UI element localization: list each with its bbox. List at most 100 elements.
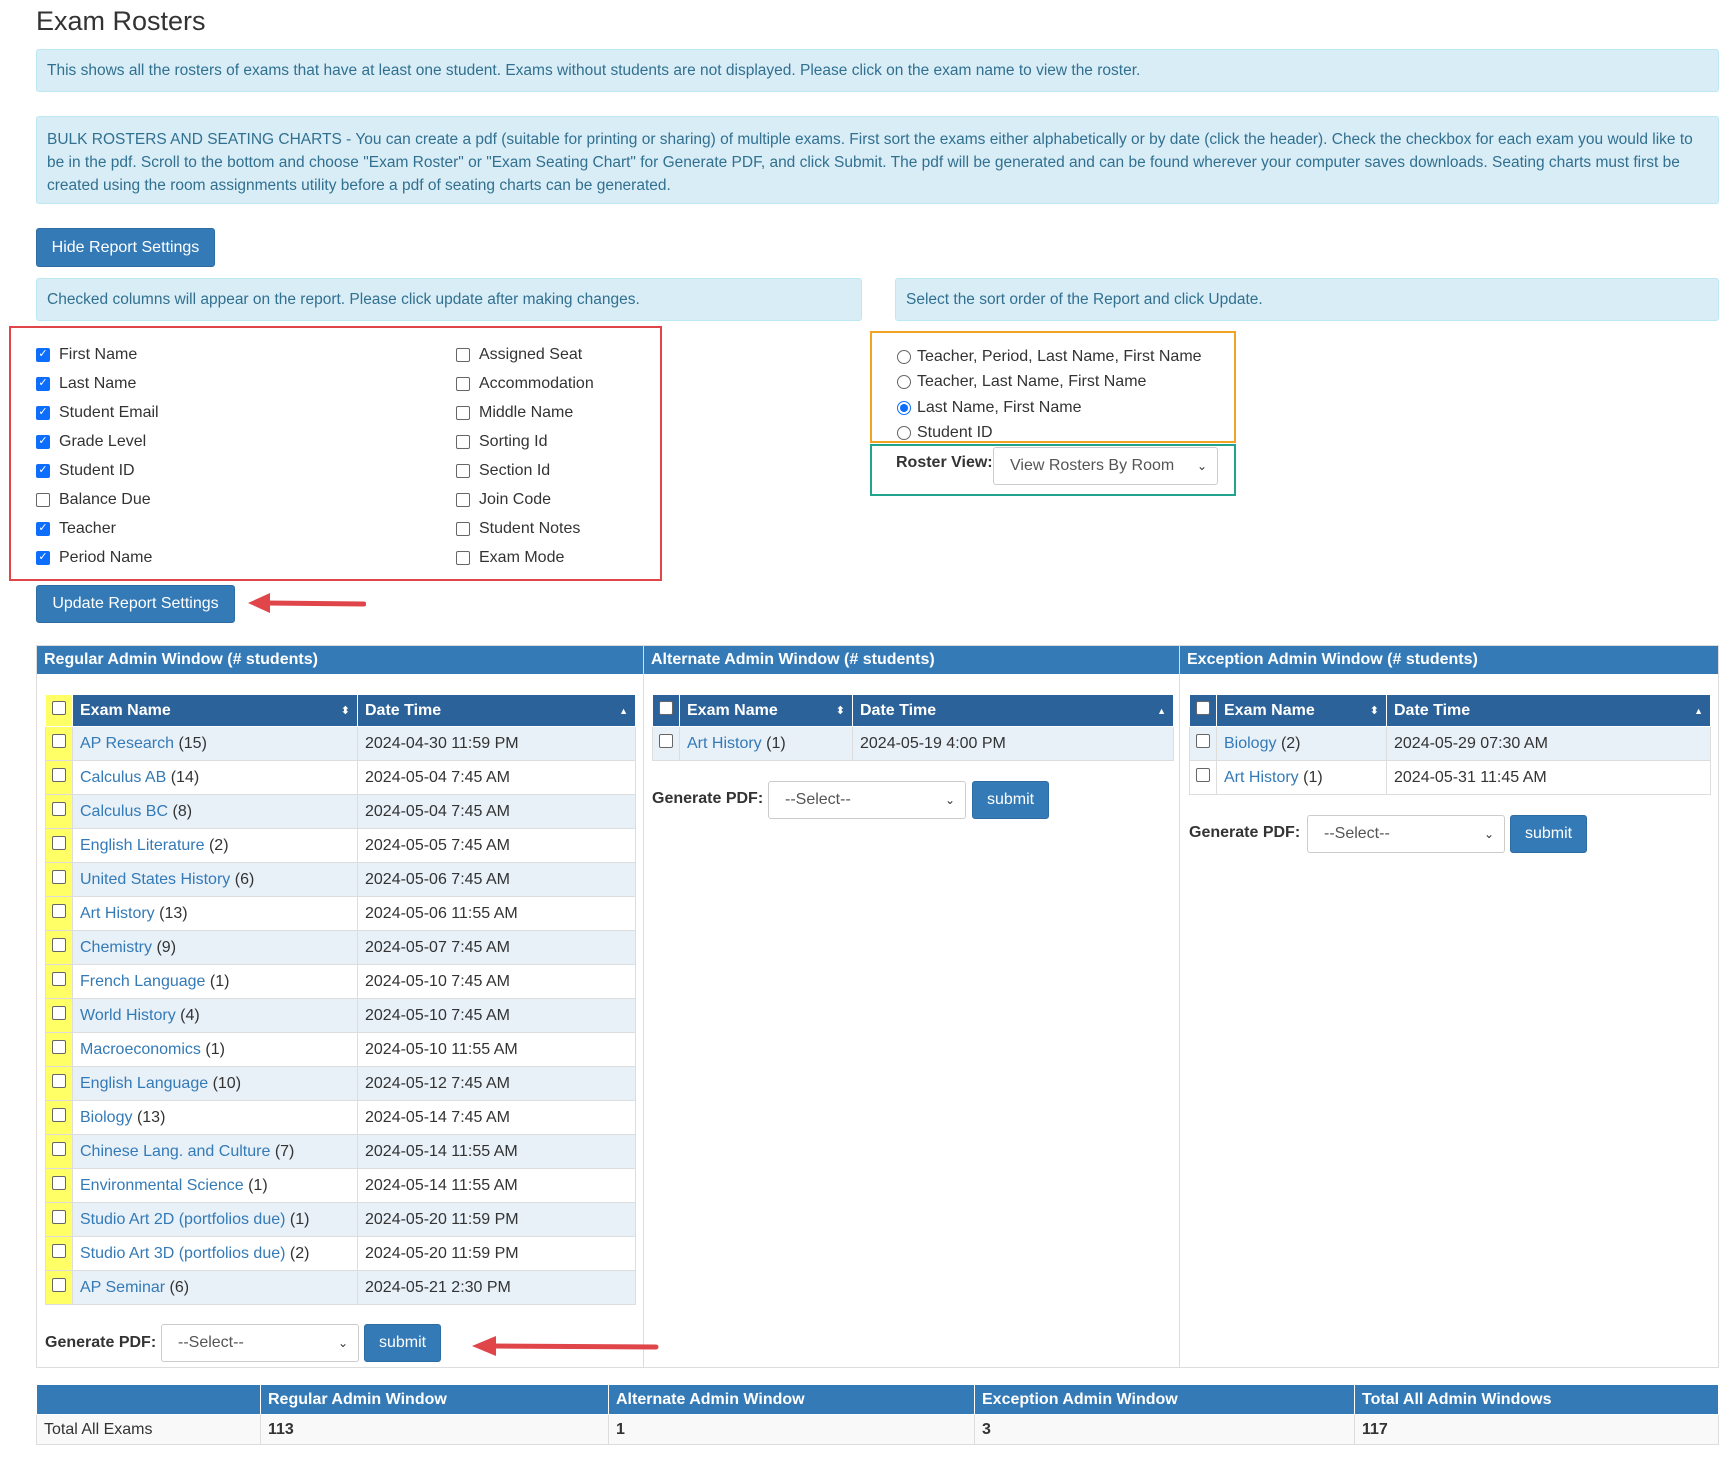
generate-pdf-select-exception[interactable]: --Select-- ⌄ xyxy=(1307,815,1505,853)
date-time-header[interactable]: Date Time ▲ xyxy=(1386,694,1711,727)
date-time-cell: 2024-05-21 2:30 PM xyxy=(357,1270,636,1305)
table-row: English Language (10) 2024-05-12 7:45 AM xyxy=(45,1066,636,1101)
row-checkbox[interactable] xyxy=(52,1006,66,1020)
row-checkbox[interactable] xyxy=(52,1210,66,1224)
hide-report-settings-button[interactable]: Hide Report Settings xyxy=(36,228,215,267)
exam-link[interactable]: Art History xyxy=(687,735,762,752)
exam-name-header[interactable]: Exam Name ⬍ xyxy=(679,694,853,727)
exam-link[interactable]: Art History xyxy=(1224,769,1299,786)
date-time-header[interactable]: Date Time ▲ xyxy=(852,694,1174,727)
generate-pdf-select-regular[interactable]: --Select-- ⌄ xyxy=(161,1324,359,1362)
row-checkbox[interactable] xyxy=(52,734,66,748)
row-checkbox[interactable] xyxy=(52,904,66,918)
row-checkbox[interactable] xyxy=(52,1278,66,1292)
table-row: French Language (1) 2024-05-10 7:45 AM xyxy=(45,964,636,999)
exam-link[interactable]: Calculus BC xyxy=(80,803,168,820)
exam-link[interactable]: Macroeconomics xyxy=(80,1041,201,1058)
student-count: (13) xyxy=(136,1108,166,1126)
exam-link[interactable]: Biology xyxy=(1224,735,1276,752)
row-checkbox[interactable] xyxy=(52,1176,66,1190)
student-count: (6) xyxy=(169,1278,190,1296)
row-checkbox[interactable] xyxy=(52,938,66,952)
row-checkbox[interactable] xyxy=(52,1108,66,1122)
row-checkbox[interactable] xyxy=(52,1040,66,1054)
totals-row-label: Total All Exams xyxy=(36,1414,261,1445)
submit-button-regular[interactable]: submit xyxy=(364,1324,441,1362)
totals-header-row: Regular Admin Window Alternate Admin Win… xyxy=(36,1384,1719,1415)
totals-exception-value: 3 xyxy=(974,1414,1355,1445)
submit-button-alternate[interactable]: submit xyxy=(972,781,1049,819)
exam-link[interactable]: AP Research xyxy=(80,735,174,752)
select-all-checkbox[interactable] xyxy=(659,701,673,715)
exam-link[interactable]: United States History xyxy=(80,871,230,888)
student-count: (1) xyxy=(289,1210,310,1228)
exam-link[interactable]: Chemistry xyxy=(80,939,152,956)
row-checkbox-cell xyxy=(45,862,73,897)
exam-name-cell: World History (4) xyxy=(72,998,358,1033)
row-checkbox[interactable] xyxy=(659,734,673,748)
row-checkbox[interactable] xyxy=(1196,734,1210,748)
exam-name-header[interactable]: Exam Name ⬍ xyxy=(1216,694,1387,727)
table-row: Macroeconomics (1) 2024-05-10 11:55 AM xyxy=(45,1032,636,1067)
row-checkbox-cell xyxy=(45,1270,73,1305)
exam-link[interactable]: French Language xyxy=(80,973,205,990)
sort-info-alert: Select the sort order of the Report and … xyxy=(895,278,1719,321)
exam-link[interactable]: AP Seminar xyxy=(80,1279,165,1296)
row-checkbox[interactable] xyxy=(52,1244,66,1258)
row-checkbox[interactable] xyxy=(52,972,66,986)
totals-all-value: 117 xyxy=(1354,1414,1719,1445)
date-time-header-label: Date Time xyxy=(1394,701,1471,719)
generate-pdf-select-value: --Select-- xyxy=(178,1334,244,1351)
update-report-settings-button[interactable]: Update Report Settings xyxy=(36,585,235,623)
alternate-exams-table: Exam Name ⬍ Date Time ▲ Art History (1) 2024-… xyxy=(652,694,1174,761)
exam-link[interactable]: Studio Art 3D (portfolios due) xyxy=(80,1245,285,1262)
exam-name-header-label: Exam Name xyxy=(1224,701,1315,719)
select-all-checkbox[interactable] xyxy=(52,701,66,715)
student-count: (13) xyxy=(159,904,188,922)
student-count: (10) xyxy=(212,1074,242,1092)
exam-name-cell: Calculus BC (8) xyxy=(72,794,358,829)
student-count: (2) xyxy=(289,1244,310,1262)
row-checkbox-cell xyxy=(45,1202,73,1237)
row-checkbox[interactable] xyxy=(52,1074,66,1088)
student-count: (4) xyxy=(180,1006,200,1024)
sort-asc-icon: ▲ xyxy=(1694,706,1703,716)
exam-name-cell: Macroeconomics (1) xyxy=(72,1032,358,1067)
date-time-cell: 2024-05-31 11:45 AM xyxy=(1386,760,1711,795)
chevron-down-icon: ⌄ xyxy=(1483,827,1494,841)
table-row: AP Research (15) 2024-04-30 11:59 PM xyxy=(45,726,636,761)
exam-link[interactable]: Calculus AB xyxy=(80,769,166,786)
exam-link[interactable]: Biology xyxy=(80,1109,132,1126)
exam-name-cell: English Language (10) xyxy=(72,1066,358,1101)
exam-link[interactable]: Chinese Lang. and Culture xyxy=(80,1143,270,1160)
date-time-cell: 2024-05-04 7:45 AM xyxy=(357,794,636,829)
exam-link[interactable]: English Language xyxy=(80,1075,208,1092)
row-checkbox[interactable] xyxy=(52,836,66,850)
exam-name-header[interactable]: Exam Name ⬍ xyxy=(72,694,358,727)
generate-pdf-label-regular: Generate PDF: xyxy=(45,1334,157,1351)
row-checkbox[interactable] xyxy=(1196,768,1210,782)
student-count: (8) xyxy=(172,802,193,820)
exam-link[interactable]: English Literature xyxy=(80,837,205,854)
exam-link[interactable]: Art History xyxy=(80,905,155,922)
exam-name-cell: Studio Art 2D (portfolios due) (1) xyxy=(72,1202,358,1237)
row-checkbox[interactable] xyxy=(52,870,66,884)
select-all-checkbox[interactable] xyxy=(1196,701,1210,715)
exam-link[interactable]: Studio Art 2D (portfolios due) xyxy=(80,1211,285,1228)
date-time-cell: 2024-05-14 11:55 AM xyxy=(357,1168,636,1203)
student-count: (1) xyxy=(248,1176,268,1194)
date-time-cell: 2024-05-20 11:59 PM xyxy=(357,1236,636,1271)
date-time-header[interactable]: Date Time ▲ xyxy=(357,694,636,727)
row-checkbox[interactable] xyxy=(52,802,66,816)
generate-pdf-select-alternate[interactable]: --Select-- ⌄ xyxy=(768,781,966,819)
exam-link[interactable]: World History xyxy=(80,1007,176,1024)
table-row: Calculus BC (8) 2024-05-04 7:45 AM xyxy=(45,794,636,829)
row-checkbox[interactable] xyxy=(52,1142,66,1156)
sort-asc-icon: ▲ xyxy=(1157,706,1166,716)
exam-link[interactable]: Environmental Science xyxy=(80,1177,244,1194)
row-checkbox-cell xyxy=(45,1066,73,1101)
submit-button-exception[interactable]: submit xyxy=(1510,815,1587,853)
sort-both-icon: ⬍ xyxy=(835,705,845,717)
student-count: (15) xyxy=(178,734,207,752)
row-checkbox[interactable] xyxy=(52,768,66,782)
